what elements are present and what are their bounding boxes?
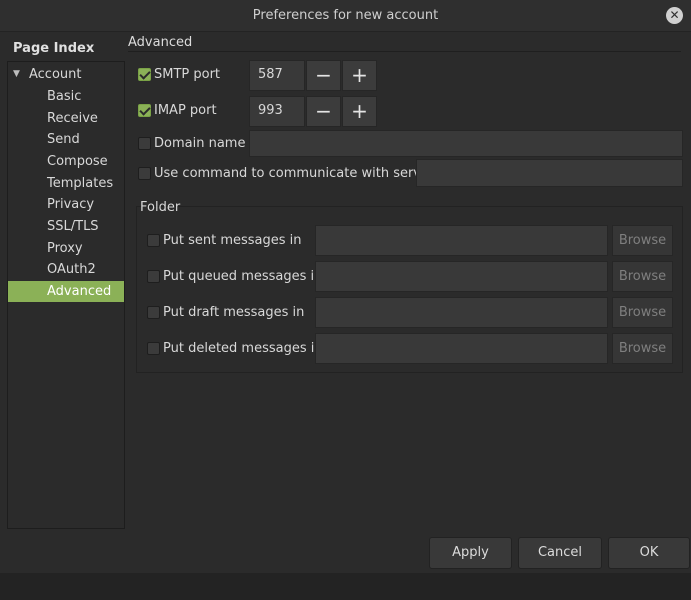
- folder-frame-label: Folder: [140, 200, 181, 215]
- imap-port-decrement-button[interactable]: −: [306, 96, 341, 127]
- deleted-folder-checkbox[interactable]: [147, 342, 160, 355]
- tree-item-account[interactable]: ▼ Account: [8, 64, 124, 85]
- tree-item-compose[interactable]: Compose: [8, 151, 124, 172]
- draft-folder-browse-button[interactable]: Browse: [612, 297, 673, 328]
- title-bar: Preferences for new account ✕: [0, 0, 691, 32]
- domain-name-label: Domain name: [154, 136, 246, 151]
- deleted-folder-browse-button[interactable]: Browse: [612, 333, 673, 364]
- imap-port-input[interactable]: 993: [249, 96, 305, 127]
- smtp-port-checkbox[interactable]: [138, 68, 151, 81]
- section-title-label: Advanced: [128, 35, 193, 50]
- queued-folder-label: Put queued messages in: [163, 269, 323, 284]
- sent-folder-label: Put sent messages in: [163, 233, 302, 248]
- tree-item-templates[interactable]: Templates: [8, 173, 124, 194]
- imap-port-increment-button[interactable]: +: [342, 96, 377, 127]
- tree-item-ssl-tls[interactable]: SSL/TLS: [8, 216, 124, 237]
- tree-item-label: Receive: [47, 111, 98, 126]
- queued-folder-browse-button[interactable]: Browse: [612, 261, 673, 292]
- ok-button[interactable]: OK: [608, 537, 690, 569]
- imap-port-checkbox[interactable]: [138, 104, 151, 117]
- tree-item-label: Privacy: [47, 197, 95, 212]
- smtp-port-increment-button[interactable]: +: [342, 60, 377, 91]
- domain-name-checkbox[interactable]: [138, 137, 151, 150]
- tree-item-label: Advanced: [47, 284, 112, 299]
- tree-item-advanced[interactable]: Advanced: [8, 281, 124, 302]
- tree-item-label: Send: [47, 132, 80, 147]
- use-command-input[interactable]: [416, 159, 683, 187]
- domain-name-input[interactable]: [249, 130, 683, 157]
- tree-item-label: SSL/TLS: [47, 219, 99, 234]
- triangle-down-icon[interactable]: ▼: [13, 64, 20, 85]
- tree-item-basic[interactable]: Basic: [8, 86, 124, 107]
- sent-folder-input[interactable]: [315, 225, 608, 256]
- sent-folder-checkbox[interactable]: [147, 234, 160, 247]
- section-title: Advanced: [128, 34, 681, 52]
- apply-button[interactable]: Apply: [429, 537, 512, 569]
- use-command-checkbox[interactable]: [138, 167, 151, 180]
- draft-folder-label: Put draft messages in: [163, 305, 305, 320]
- tree-item-receive[interactable]: Receive: [8, 108, 124, 129]
- page-index-header: Page Index: [13, 41, 95, 56]
- cancel-button[interactable]: Cancel: [518, 537, 602, 569]
- tree-item-proxy[interactable]: Proxy: [8, 238, 124, 259]
- queued-folder-checkbox[interactable]: [147, 270, 160, 283]
- tree-item-label: Account: [29, 67, 82, 82]
- tree-item-label: Basic: [47, 89, 82, 104]
- smtp-port-input[interactable]: 587: [249, 60, 305, 91]
- tree-item-label: OAuth2: [47, 262, 96, 277]
- page-index-tree: ▼ Account Basic Receive Send Compose Tem…: [7, 61, 125, 529]
- tree-item-label: Compose: [47, 154, 108, 169]
- draft-folder-input[interactable]: [315, 297, 608, 328]
- close-icon[interactable]: ✕: [666, 7, 683, 24]
- deleted-folder-input[interactable]: [315, 333, 608, 364]
- imap-port-label: IMAP port: [154, 103, 217, 118]
- window-title: Preferences for new account: [252, 8, 439, 23]
- sent-folder-browse-button[interactable]: Browse: [612, 225, 673, 256]
- smtp-port-decrement-button[interactable]: −: [306, 60, 341, 91]
- tree-item-privacy[interactable]: Privacy: [8, 194, 124, 215]
- tree-item-label: Templates: [47, 176, 114, 191]
- window-bottom-edge: [0, 573, 691, 600]
- tree-item-oauth2[interactable]: OAuth2: [8, 259, 124, 280]
- deleted-folder-label: Put deleted messages in: [163, 341, 323, 356]
- queued-folder-input[interactable]: [315, 261, 608, 292]
- smtp-port-label: SMTP port: [154, 67, 221, 82]
- tree-item-send[interactable]: Send: [8, 129, 124, 150]
- tree-item-label: Proxy: [47, 241, 83, 256]
- use-command-label: Use command to communicate with server: [154, 166, 435, 181]
- draft-folder-checkbox[interactable]: [147, 306, 160, 319]
